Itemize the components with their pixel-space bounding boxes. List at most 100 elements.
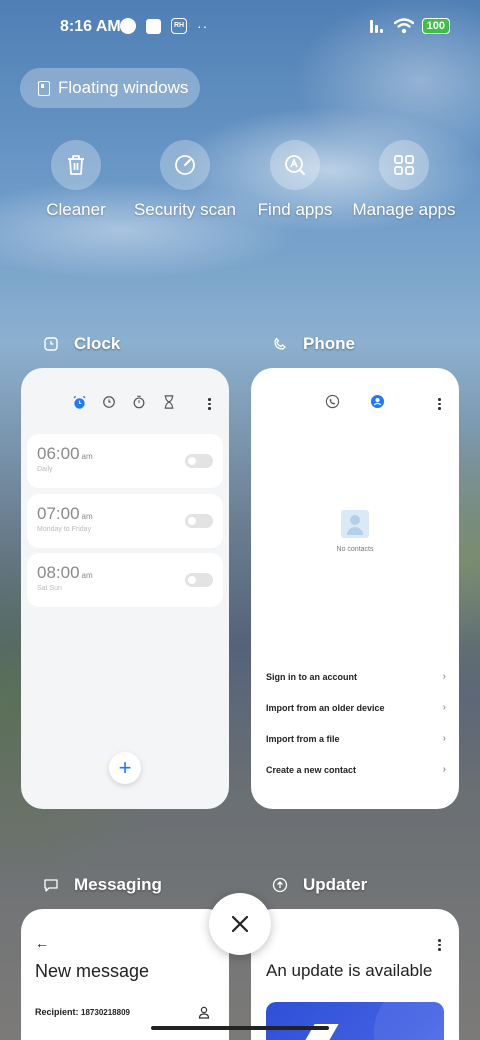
phone-app-header[interactable]: Phone bbox=[271, 334, 355, 354]
notification-square-icon bbox=[146, 18, 161, 34]
home-indicator[interactable] bbox=[151, 1026, 329, 1030]
grid-icon bbox=[394, 155, 414, 175]
find-apps-label: Find apps bbox=[257, 200, 333, 219]
phone-app-name: Phone bbox=[303, 334, 355, 353]
option-label: Sign in to an account bbox=[266, 672, 358, 682]
recipient-value: 18730218809 bbox=[81, 1008, 130, 1017]
sign-in-option[interactable]: Sign in to an account › bbox=[266, 671, 446, 682]
update-banner-image bbox=[266, 1002, 444, 1040]
import-older-device-option[interactable]: Import from an older device › bbox=[266, 702, 446, 713]
clear-all-button[interactable] bbox=[209, 893, 271, 955]
alarm-item[interactable]: 06:00 am Daily bbox=[27, 434, 223, 488]
alarm-item[interactable]: 07:00 am Monday to Friday bbox=[27, 494, 223, 548]
chevron-right-icon: › bbox=[442, 764, 446, 775]
signal-icon bbox=[369, 19, 386, 33]
manage-apps-label: Manage apps bbox=[352, 200, 456, 219]
alarm-toggle[interactable] bbox=[185, 514, 213, 528]
messaging-app-icon bbox=[42, 876, 60, 894]
find-apps-icon bbox=[285, 155, 305, 175]
alarm-time: 08:00 bbox=[37, 563, 80, 582]
contact-placeholder-icon bbox=[341, 510, 369, 538]
floating-window-icon bbox=[38, 80, 50, 96]
chevron-right-icon: › bbox=[442, 671, 446, 682]
messaging-app-header[interactable]: Messaging bbox=[42, 875, 162, 895]
status-notification-icons: RH ·· bbox=[120, 18, 208, 34]
battery-indicator: 100 bbox=[421, 18, 450, 34]
chevron-right-icon: › bbox=[442, 733, 446, 744]
phone-tabs bbox=[325, 394, 385, 409]
clock-tabs bbox=[71, 394, 229, 410]
alarm-ampm: am bbox=[81, 512, 93, 521]
security-scan-button[interactable]: Security scan bbox=[130, 140, 240, 220]
phone-app-icon bbox=[271, 335, 289, 353]
option-label: Import from an older device bbox=[266, 703, 385, 713]
updater-app-name: Updater bbox=[303, 875, 368, 894]
cleaner-button[interactable]: Cleaner bbox=[21, 140, 131, 220]
clock-app-icon bbox=[42, 335, 60, 353]
alarm-icon bbox=[72, 395, 86, 409]
cleaner-label: Cleaner bbox=[46, 200, 106, 219]
phone-app-card[interactable]: No contacts Sign in to an account › Impo… bbox=[251, 368, 459, 809]
create-contact-option[interactable]: Create a new contact › bbox=[266, 764, 446, 775]
add-alarm-button[interactable]: + bbox=[109, 752, 141, 784]
security-gauge-icon bbox=[175, 155, 195, 175]
alarm-repeat: Monday to Friday bbox=[37, 526, 92, 533]
alarm-repeat: Sat Sun bbox=[37, 585, 62, 592]
wifi-icon bbox=[393, 18, 414, 34]
floating-windows-button[interactable]: Floating windows bbox=[20, 68, 200, 108]
hourglass-icon bbox=[164, 395, 174, 409]
stopwatch-icon bbox=[133, 395, 145, 409]
updater-app-icon bbox=[271, 876, 289, 894]
close-icon bbox=[231, 915, 249, 933]
messaging-app-card[interactable]: ← New message Recipient: 18730218809 bbox=[21, 909, 229, 1040]
updater-app-card[interactable]: An update is available bbox=[251, 909, 459, 1040]
manage-apps-button[interactable]: Manage apps bbox=[349, 140, 459, 220]
trash-icon bbox=[68, 155, 84, 175]
updater-more-icon[interactable] bbox=[438, 939, 442, 953]
option-label: Create a new contact bbox=[266, 765, 357, 775]
add-contact-icon[interactable] bbox=[198, 1006, 210, 1019]
clock-app-header[interactable]: Clock bbox=[42, 334, 120, 354]
clock-more-icon[interactable] bbox=[208, 398, 212, 412]
import-file-option[interactable]: Import from a file › bbox=[266, 733, 446, 744]
alarm-ampm: am bbox=[81, 571, 93, 580]
recipient-label: Recipient: bbox=[35, 1007, 79, 1017]
alarm-toggle[interactable] bbox=[185, 454, 213, 468]
back-arrow-icon[interactable]: ← bbox=[35, 935, 49, 951]
stopwatch-tab[interactable] bbox=[131, 394, 147, 410]
alarm-toggle[interactable] bbox=[185, 573, 213, 587]
world-clock-tab[interactable] bbox=[101, 394, 117, 410]
notification-app-icon bbox=[120, 18, 136, 34]
timer-tab[interactable] bbox=[161, 394, 177, 410]
alarm-time: 06:00 bbox=[37, 444, 80, 463]
status-right: 100 bbox=[369, 18, 450, 34]
contacts-tab-icon[interactable] bbox=[370, 394, 385, 409]
updater-app-header[interactable]: Updater bbox=[271, 875, 367, 895]
alarm-repeat: Daily bbox=[37, 466, 53, 473]
recipient-field[interactable]: Recipient: 18730218809 bbox=[35, 1007, 130, 1017]
status-bar: 8:16 AM RH ·· 100 bbox=[0, 0, 480, 56]
status-time: 8:16 AM bbox=[60, 18, 121, 35]
contacts-empty-state: No contacts bbox=[251, 510, 459, 553]
alarm-ampm: am bbox=[81, 452, 93, 461]
find-apps-button[interactable]: Find apps bbox=[240, 140, 350, 220]
clock-app-name: Clock bbox=[74, 334, 121, 353]
option-label: Import from a file bbox=[266, 734, 340, 744]
alarm-item[interactable]: 08:00 am Sat Sun bbox=[27, 553, 223, 607]
chevron-right-icon: › bbox=[442, 702, 446, 713]
clock-app-card[interactable]: 06:00 am Daily 07:00 am Monday to Friday 0… bbox=[21, 368, 229, 809]
phone-more-icon[interactable] bbox=[438, 398, 442, 412]
new-message-title: New message bbox=[35, 961, 150, 981]
update-available-title: An update is available bbox=[266, 961, 433, 980]
no-contacts-text: No contacts bbox=[336, 546, 374, 553]
notification-rh-icon: RH bbox=[171, 18, 187, 34]
alarm-tab[interactable] bbox=[71, 394, 87, 410]
messaging-app-name: Messaging bbox=[74, 875, 162, 894]
recents-tab-icon[interactable] bbox=[325, 394, 340, 409]
clock-icon bbox=[103, 396, 115, 408]
more-notifications-icon: ·· bbox=[197, 18, 209, 34]
security-scan-label: Security scan bbox=[133, 200, 237, 219]
quick-actions: Cleaner Security scan Find apps Manage a… bbox=[20, 140, 460, 250]
alarm-time: 07:00 bbox=[37, 504, 80, 523]
floating-windows-label: Floating windows bbox=[58, 78, 189, 97]
